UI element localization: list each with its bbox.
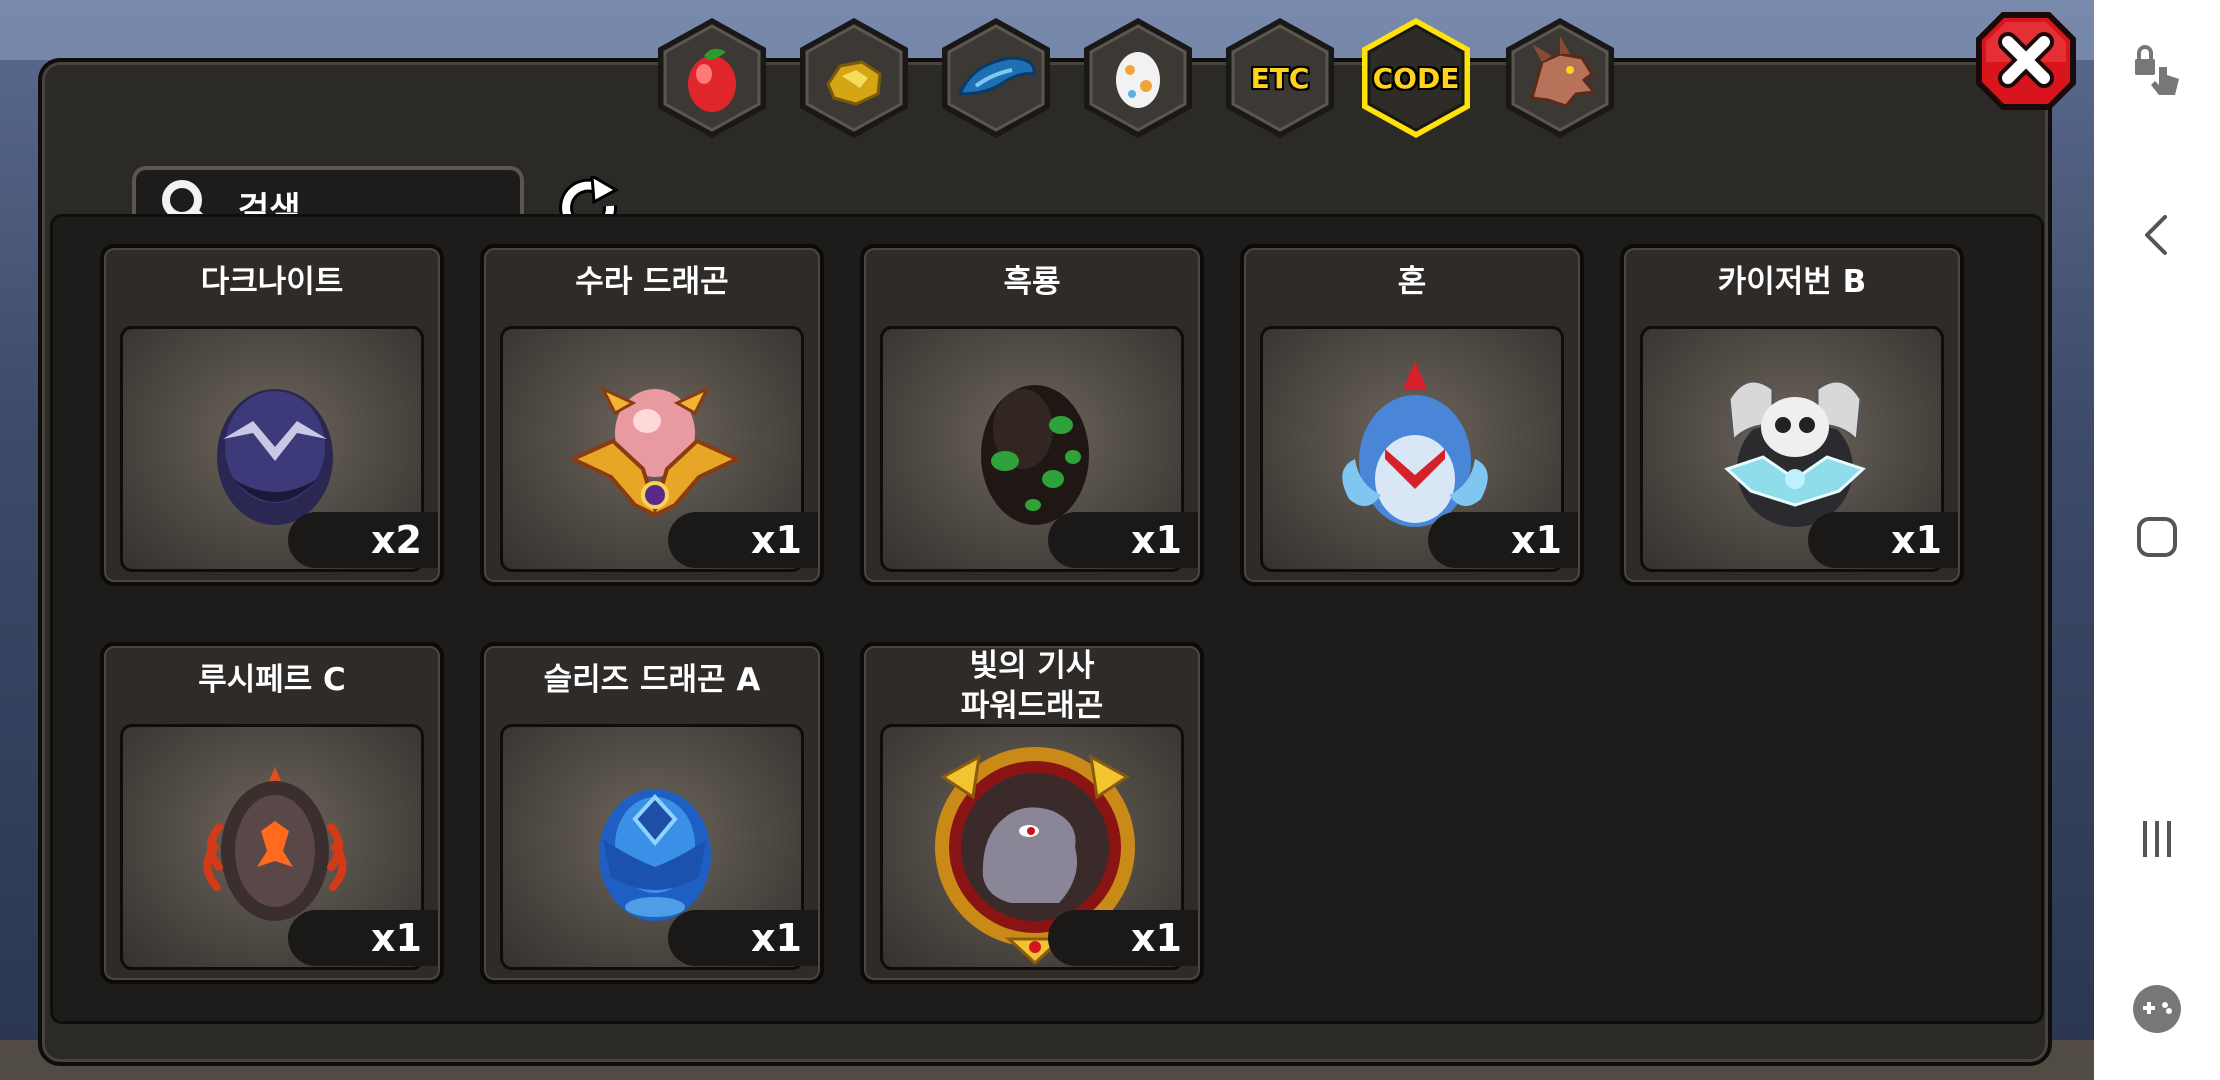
item-card-dark-knight[interactable]: 다크나이트 x2 bbox=[100, 244, 444, 586]
item-name: 다크나이트 bbox=[200, 264, 344, 300]
system-navigation-bar bbox=[2094, 0, 2220, 1080]
item-name: 슬리즈 드래곤 A bbox=[543, 662, 761, 698]
tab-label: CODE bbox=[1372, 61, 1460, 95]
tab-scale[interactable] bbox=[932, 14, 1060, 142]
item-count: x1 bbox=[1048, 512, 1198, 568]
back-button[interactable] bbox=[2094, 180, 2220, 290]
item-card-lucifer-c[interactable]: 루시페르 C x1 bbox=[100, 642, 444, 984]
item-count: x1 bbox=[1808, 512, 1958, 568]
tab-hexagon bbox=[800, 18, 908, 138]
item-card-hon[interactable]: 혼 x1 bbox=[1240, 244, 1584, 586]
tab-ore[interactable] bbox=[790, 14, 918, 142]
touch-lock-icon bbox=[2135, 45, 2179, 95]
item-name: 카이저번 B bbox=[1717, 264, 1867, 300]
item-count: x2 bbox=[288, 512, 438, 568]
item-count: x1 bbox=[668, 512, 818, 568]
tab-hexagon bbox=[1084, 18, 1192, 138]
tab-etc[interactable]: ETC bbox=[1216, 14, 1344, 142]
tab-hexagon bbox=[658, 18, 766, 138]
item-name-line-1: 빛의 기사 bbox=[969, 648, 1095, 684]
home-button[interactable] bbox=[2094, 482, 2220, 592]
item-card-kaiserburn-b[interactable]: 카이저번 B x1 bbox=[1620, 244, 1964, 586]
spotted-egg-icon bbox=[1116, 52, 1160, 108]
item-card-power-dragon[interactable]: 빛의 기사 파워드래곤 x1 bbox=[860, 642, 1204, 984]
home-icon bbox=[2137, 517, 2177, 557]
close-icon bbox=[1976, 12, 2076, 110]
tab-hexagon bbox=[942, 18, 1050, 138]
tab-dragon[interactable] bbox=[1496, 14, 1624, 142]
recent-apps-button[interactable] bbox=[2094, 784, 2220, 894]
tab-hexagon bbox=[1506, 18, 1614, 138]
item-count: x1 bbox=[1048, 910, 1198, 966]
recent-apps-icon bbox=[2143, 821, 2171, 857]
tab-egg[interactable] bbox=[1074, 14, 1202, 142]
item-count: x1 bbox=[1428, 512, 1578, 568]
touch-lock-button[interactable] bbox=[2094, 14, 2220, 124]
item-card-sleaze-dragon-a[interactable]: 슬리즈 드래곤 A x1 bbox=[480, 642, 824, 984]
item-name: 수라 드래곤 bbox=[575, 264, 729, 300]
item-name: 혼 bbox=[1397, 264, 1427, 300]
item-name: 루시페르 C bbox=[198, 662, 346, 698]
back-icon bbox=[2145, 215, 2167, 255]
tab-label: ETC bbox=[1250, 61, 1310, 95]
item-name: 흑룡 bbox=[1003, 264, 1061, 300]
item-card-sura-dragon[interactable]: 수라 드래곤 x1 bbox=[480, 244, 824, 586]
item-card-black-dragon[interactable]: 흑룡 x1 bbox=[860, 244, 1204, 586]
item-name-line-2: 파워드래곤 bbox=[960, 688, 1104, 724]
game-tools-button[interactable] bbox=[2094, 954, 2220, 1064]
item-count: x1 bbox=[288, 910, 438, 966]
item-count: x1 bbox=[668, 910, 818, 966]
tab-code[interactable]: CODE bbox=[1352, 14, 1480, 142]
item-name: 빛의 기사 파워드래곤 bbox=[864, 646, 1200, 726]
gamepad-icon bbox=[2133, 985, 2181, 1033]
close-button[interactable] bbox=[1972, 6, 2080, 114]
tab-fruit[interactable] bbox=[648, 14, 776, 142]
